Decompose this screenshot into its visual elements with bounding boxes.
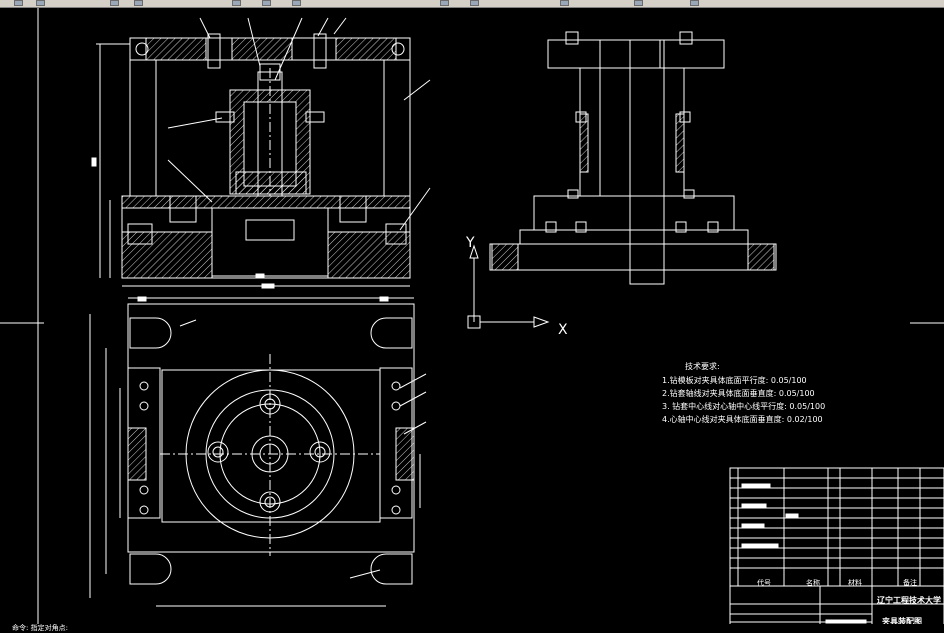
save-icon[interactable] — [110, 0, 119, 6]
copy-icon[interactable] — [262, 0, 271, 6]
new-file-icon[interactable] — [14, 0, 23, 6]
open-file-icon[interactable] — [36, 0, 45, 6]
tech-requirement-1: 1.钻模板对夹具体底面平行度: 0.05/100 — [662, 376, 807, 385]
pan-icon[interactable] — [560, 0, 569, 6]
plan-view — [89, 296, 427, 607]
cut-icon[interactable] — [232, 0, 241, 6]
paste-icon[interactable] — [292, 0, 301, 6]
side-view — [489, 31, 777, 285]
properties-icon[interactable] — [690, 0, 699, 6]
tech-requirement-2: 2.钻套轴线对夹具体底面垂直度: 0.05/100 — [662, 389, 815, 398]
zoom-icon[interactable] — [634, 0, 643, 6]
title-block — [729, 467, 944, 632]
title-block-header-remark: 备注 — [903, 579, 917, 587]
tech-requirement-3: 3. 钻套中心线对心轴中心线平行度: 0.05/100 — [662, 402, 826, 411]
command-line[interactable]: 命令: 指定对角点: — [0, 624, 944, 632]
undo-icon[interactable] — [440, 0, 449, 6]
cad-toolbar — [0, 0, 944, 8]
title-block-header-name: 名称 — [806, 579, 820, 587]
title-block-header-code: 代号 — [757, 579, 771, 587]
tech-requirement-4: 4.心轴中心线对夹具体底面垂直度: 0.02/100 — [662, 415, 823, 424]
cad-drawing — [0, 8, 944, 632]
tech-requirements-title: 技术要求: — [685, 362, 720, 371]
title-block-header-material: 材料 — [848, 579, 862, 587]
school-name: 辽宁工程技术大学 — [877, 596, 941, 605]
ucs-x-label: X — [558, 322, 568, 338]
ucs-y-label: Y — [466, 235, 475, 251]
front-section-view — [91, 17, 431, 289]
redo-icon[interactable] — [470, 0, 479, 6]
drawing-canvas[interactable]: 技术要求: 1.钻模板对夹具体底面平行度: 0.05/100 2.钻套轴线对夹具… — [0, 8, 944, 632]
print-icon[interactable] — [134, 0, 143, 6]
